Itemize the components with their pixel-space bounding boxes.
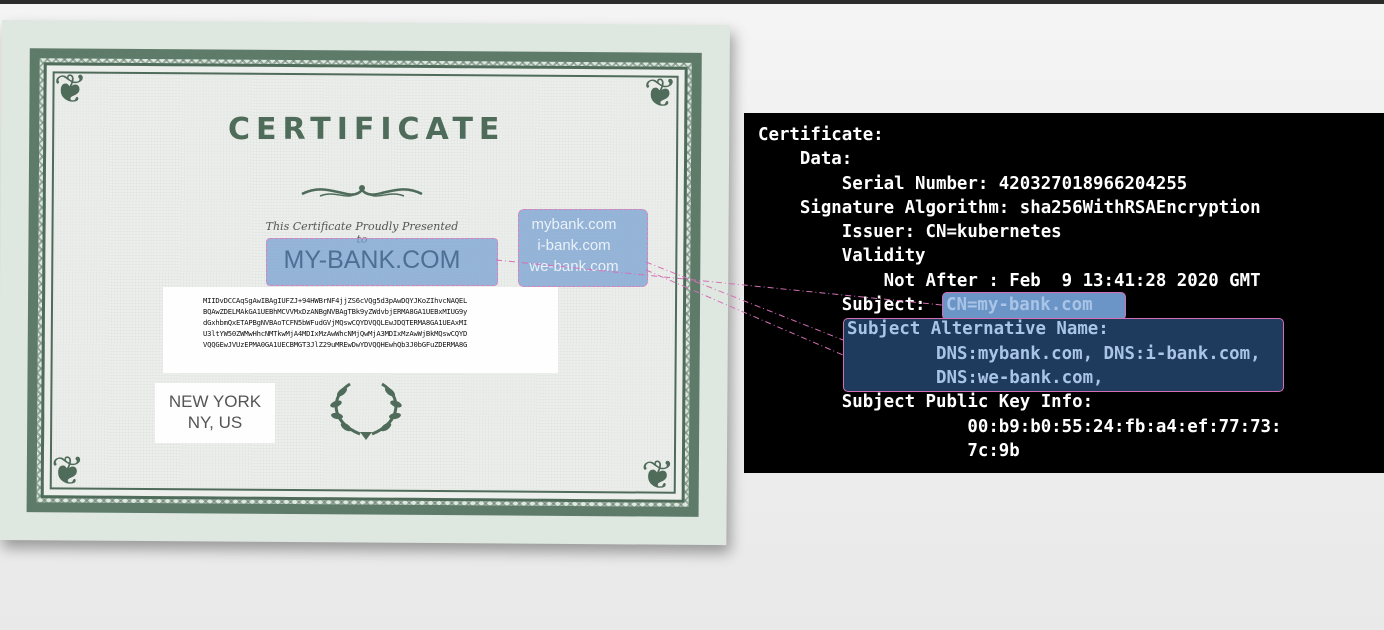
san-line-2: DNS:we-bank.com,: [936, 368, 1104, 388]
key-line: BQAwZDELMAkGA1UEBhMCVVMxDzANBgNVBAgTBk9y…: [203, 307, 468, 316]
alt-name-2: i-bank.com: [537, 237, 611, 254]
subject-cn-value: CN=my-bank.com: [946, 295, 1093, 315]
terminal-line: 00:b9:b0:55:24:fb:a4:ef:77:73:: [758, 417, 1282, 437]
alt-name-1: mybank.com: [531, 216, 617, 233]
terminal-line: Serial Number: 420327018966204255: [758, 174, 1188, 194]
alt-name-3: we-bank.com: [529, 258, 619, 275]
flourish-ornament-icon: [301, 185, 423, 197]
terminal-line: Certificate:: [758, 125, 884, 145]
corner-ornament-icon: ❦: [640, 452, 675, 499]
corner-ornament-icon: ❦: [50, 448, 85, 495]
laurel-wreath-icon: [330, 382, 402, 440]
x509v3-label: X509v3: [768, 318, 831, 338]
key-line: U3ltYW50ZWMwHhcNMTkwMjA4MDIxMzAwWhcNMjQw…: [203, 329, 468, 338]
key-line: MIIDvDCCAqSgAwIBAgIUFZJ+94HWBrNF4jjZS6cV…: [203, 296, 468, 305]
terminal-line: Validity: [758, 246, 926, 266]
key-line: dGxhbmQxETAPBgNVBAoTCFN5bWFudGVjMQswCQYD…: [203, 318, 468, 327]
san-title: Subject Alternative Name:: [847, 319, 1109, 339]
key-line: VQQGEwJVUzEPMA0GA1UECBMGT3JlZ29uMREwDwYD…: [203, 340, 468, 349]
corner-ornament-icon: ❦: [643, 70, 678, 117]
terminal-line: Signature Algorithm: sha256WithRSAEncryp…: [758, 198, 1261, 218]
terminal-line: Issuer: CN=kubernetes: [758, 222, 1062, 242]
san-line-1: DNS:mybank.com, DNS:i-bank.com,: [936, 344, 1261, 364]
location-state: NY, US: [187, 413, 243, 432]
terminal-line: Subject:: [758, 295, 936, 315]
certificate-title: CERTIFICATE: [228, 112, 506, 147]
terminal-line: Subject Public Key Info:: [758, 392, 1094, 412]
terminal-line: Data:: [758, 149, 853, 169]
corner-ornament-icon: ❦: [53, 66, 88, 113]
subject-name-text: MY-BANK.COM: [283, 246, 461, 274]
terminal-line: Not After : Feb 9 13:41:28 2020 GMT: [758, 271, 1261, 291]
location-city: NEW YORK: [168, 392, 262, 411]
terminal-line: 7c:9b: [758, 441, 1020, 461]
top-border: [0, 0, 1384, 4]
